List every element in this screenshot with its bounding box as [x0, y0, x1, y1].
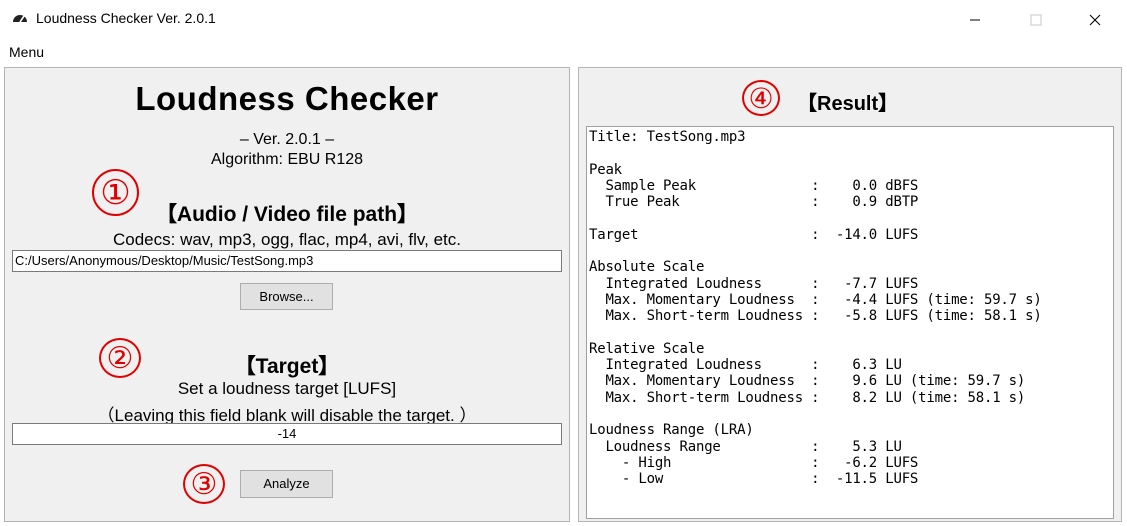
result-line: [589, 210, 1042, 226]
marker-3: ③: [183, 464, 225, 504]
target-input[interactable]: -14: [12, 423, 562, 445]
result-line: Integrated Loudness : -7.7 LUFS: [589, 275, 919, 292]
result-lines: Title: TestSong.mp3 Peak Sample Peak : 0.…: [589, 129, 1042, 488]
result-line: Peak: [589, 161, 622, 178]
result-line: [589, 325, 1042, 341]
result-line: Loudness Range : 5.3 LU: [589, 438, 902, 455]
close-icon: [1089, 14, 1101, 26]
result-line: [589, 406, 1042, 422]
algorithm-label: Algorithm: EBU R128: [210, 151, 364, 168]
result-line: Integrated Loudness : 6.3 LU: [589, 357, 902, 374]
gauge-icon: [13, 15, 27, 23]
result-line: Max. Momentary Loudness : -4.4 LUFS (tim…: [589, 291, 1042, 308]
result-line: Target : -14.0 LUFS: [589, 226, 919, 243]
file-path-title: 【Audio / Video file path】: [155, 203, 419, 226]
result-line: Title: TestSong.mp3: [589, 129, 746, 145]
result-line: Relative Scale: [589, 340, 705, 357]
analyze-button[interactable]: Analyze: [240, 470, 333, 498]
result-panel: ④ 【Result】 Title: TestSong.mp3 Peak Sampl…: [578, 67, 1122, 522]
result-line: [589, 145, 1042, 161]
target-desc-1: Set a loudness target [LUFS]: [177, 379, 397, 398]
file-path-input[interactable]: C:/Users/Anonymous/Desktop/Music/TestSon…: [12, 250, 562, 272]
minimize-button[interactable]: [952, 0, 998, 40]
input-panel: Loudness Checker – Ver. 2.0.1 – Algorith…: [4, 67, 570, 522]
version-label: – Ver. 2.0.1 –: [239, 131, 335, 148]
result-line: Sample Peak : 0.0 dBFS: [589, 177, 919, 194]
menu-item-menu[interactable]: Menu: [9, 44, 44, 60]
result-line: Absolute Scale: [589, 259, 705, 276]
maximize-icon: [1030, 14, 1042, 26]
title-bar: Loudness Checker Ver. 2.0.1: [0, 0, 1127, 40]
window-title: Loudness Checker Ver. 2.0.1: [36, 10, 216, 26]
panel-divider: [570, 64, 578, 526]
marker-4: ④: [742, 80, 780, 116]
menu-bar: Menu: [0, 40, 1127, 64]
app-heading: Loudness Checker: [135, 80, 439, 117]
codecs-label: Codecs: wav, mp3, ogg, flac, mp4, avi, f…: [112, 230, 461, 249]
maximize-button[interactable]: [1013, 0, 1059, 40]
result-line: True Peak : 0.9 dBTP: [589, 194, 919, 211]
target-title: 【Target】: [234, 355, 340, 378]
result-line: Max. Short-term Loudness : -5.8 LUFS (ti…: [589, 308, 1042, 325]
result-line: Max. Momentary Loudness : 9.6 LU (time: …: [589, 373, 1026, 390]
result-title: 【Result】: [797, 93, 899, 115]
result-textbox[interactable]: Title: TestSong.mp3 Peak Sample Peak : 0.…: [586, 126, 1114, 519]
result-line: Loudness Range (LRA): [589, 422, 754, 439]
result-line: - Low : -11.5 LUFS: [589, 471, 919, 488]
close-button[interactable]: [1072, 0, 1118, 40]
result-line: [589, 243, 1042, 259]
minimize-icon: [970, 19, 980, 21]
result-line: - High : -6.2 LUFS: [589, 454, 919, 471]
result-line: Max. Short-term Loudness : 8.2 LU (time:…: [589, 389, 1026, 406]
browse-button[interactable]: Browse...: [240, 283, 333, 310]
